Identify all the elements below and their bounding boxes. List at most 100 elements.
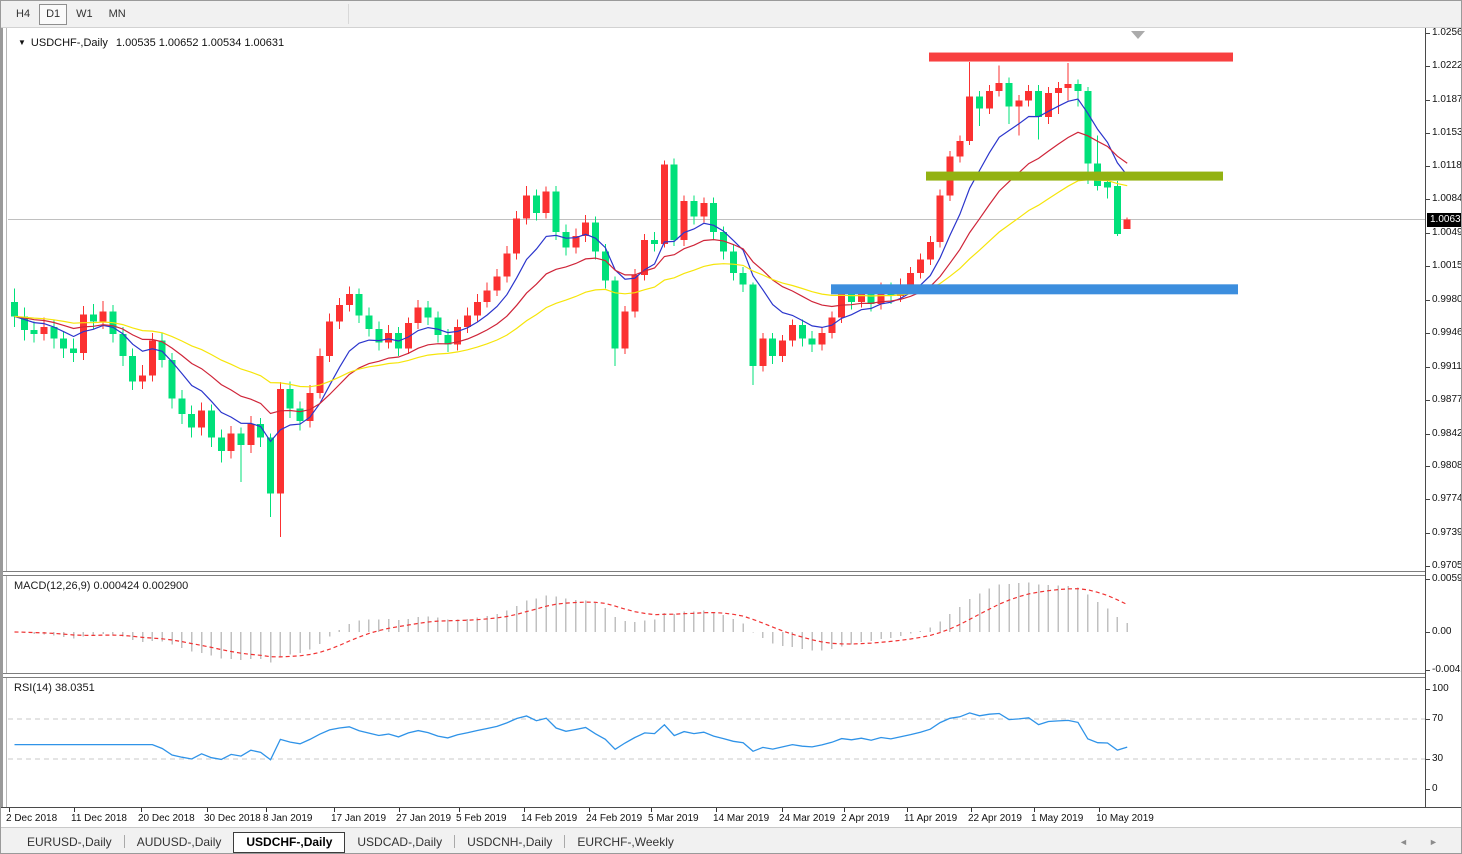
date-axis-tick — [9, 808, 10, 812]
candlestick-chart-canvas[interactable] — [8, 28, 1425, 571]
timeframe-button-d1[interactable]: D1 — [39, 4, 68, 25]
candle-body — [207, 410, 215, 438]
chart-shift-marker-icon[interactable] — [1131, 31, 1145, 39]
candle-body — [414, 307, 422, 324]
price-axis-tick — [1426, 66, 1430, 67]
candle-body — [1025, 90, 1033, 101]
mt4-chart-window: H4 D1 W1 MN ▼ USDCHF-,Daily 1.00535 1.00652 1… — [0, 0, 1462, 854]
date-axis-label: 2 Dec 2018 — [6, 813, 58, 824]
price-axis-tick-label: 0.97390 — [1432, 527, 1461, 538]
candle-body — [286, 389, 294, 409]
chart-dropdown-icon[interactable]: ▼ — [18, 38, 26, 47]
date-axis-label: 20 Dec 2018 — [138, 813, 195, 824]
rsi-indicator-pane[interactable]: RSI(14) 38.0351 — [8, 678, 1425, 807]
price-axis-tick — [1426, 33, 1430, 34]
main-chart-pane[interactable]: ▼ USDCHF-,Daily 1.00535 1.00652 1.00534 1.… — [8, 28, 1425, 571]
candle-body — [700, 203, 708, 217]
tab-scroll-left-icon[interactable]: ◄ — [1399, 837, 1408, 847]
broken-support-line[interactable] — [926, 171, 1223, 181]
tab-audusd-daily[interactable]: AUDUSD-,Daily — [125, 833, 234, 852]
date-axis-tick — [524, 808, 525, 812]
price-axis-tick — [1426, 789, 1430, 790]
candle-body — [759, 338, 767, 366]
date-axis-tick — [399, 808, 400, 812]
price-axis-tick — [1426, 670, 1430, 671]
date-axis-tick — [716, 808, 717, 812]
date-axis-label: 2 Apr 2019 — [841, 813, 890, 824]
date-axis-label: 10 May 2019 — [1096, 813, 1154, 824]
candle-body — [296, 408, 304, 421]
date-axis-tick — [74, 808, 75, 812]
candle-body — [936, 195, 944, 242]
candle-body — [227, 433, 235, 451]
tab-usdchf-daily[interactable]: USDCHF-,Daily — [233, 832, 346, 853]
candle-body — [276, 389, 284, 494]
candle-body — [463, 315, 471, 328]
date-axis-label: 27 Jan 2019 — [396, 813, 452, 824]
price-axis-tick-label: 0.97740 — [1432, 493, 1461, 504]
candle-body — [434, 317, 442, 335]
candle-body — [1015, 100, 1023, 107]
macd-indicator-pane[interactable]: MACD(12,26,9) 0.000424 0.002900 — [8, 576, 1425, 673]
candle-body — [335, 304, 343, 322]
candle-body — [473, 301, 481, 316]
price-axis-tick — [1426, 632, 1430, 633]
candle-body — [670, 164, 678, 240]
candle-body — [139, 375, 147, 382]
candle-body — [690, 201, 698, 217]
price-axis-tick-label: 0.97050 — [1432, 560, 1461, 571]
candle-body — [552, 191, 560, 233]
price-axis-tick — [1426, 434, 1430, 435]
candle-body — [424, 307, 432, 318]
rsi-chart-canvas[interactable] — [8, 678, 1425, 807]
date-axis-tick — [459, 808, 460, 812]
support-line[interactable] — [831, 284, 1238, 295]
price-axis-tick — [1426, 533, 1430, 534]
price-axis[interactable]: 1.00631 1.02560 1.02220 1.01870 1.01530 1.01… — [1425, 27, 1462, 807]
candle-body — [532, 195, 540, 213]
price-axis-tick — [1426, 199, 1430, 200]
timeframe-button-h4[interactable]: H4 — [9, 4, 37, 25]
price-axis-tick-label: 0.98420 — [1432, 428, 1461, 439]
date-axis-tick — [1034, 808, 1035, 812]
candle-body — [483, 290, 491, 302]
date-axis-tick — [907, 808, 908, 812]
chart-left-border — [1, 28, 7, 828]
tab-usdcnh-daily[interactable]: USDCNH-,Daily — [455, 833, 564, 852]
tab-scroll-right-icon[interactable]: ► — [1429, 837, 1438, 847]
candle-body — [660, 164, 668, 244]
tab-usdcad-daily[interactable]: USDCAD-,Daily — [345, 833, 454, 852]
candle-body — [60, 338, 68, 349]
price-axis-tick — [1426, 400, 1430, 401]
toolbar-separator — [348, 4, 349, 24]
candle-body — [1104, 181, 1112, 188]
price-axis-tick-label: 1.01870 — [1432, 94, 1461, 105]
date-axis-tick — [141, 808, 142, 812]
price-axis-tick-label: 1.02560 — [1432, 27, 1461, 38]
candle-body — [1113, 185, 1121, 235]
price-axis-tick — [1426, 466, 1430, 467]
resistance-line[interactable] — [929, 52, 1233, 62]
candle-body — [739, 272, 747, 285]
candle-body — [749, 284, 757, 366]
candle-body — [729, 251, 737, 273]
candle-body — [798, 325, 806, 339]
tab-eurchf-weekly[interactable]: EURCHF-,Weekly — [565, 833, 685, 852]
candle-body — [926, 241, 934, 260]
date-axis[interactable]: 2 Dec 2018 11 Dec 2018 20 Dec 2018 30 Dec 2… — [1, 807, 1461, 828]
price-axis-tick — [1426, 300, 1430, 301]
candle-body — [710, 203, 718, 233]
macd-chart-canvas[interactable] — [8, 576, 1425, 673]
date-axis-label: 14 Feb 2019 — [521, 813, 578, 824]
candle-body — [129, 356, 137, 382]
price-axis-tick-label: 0.99110 — [1432, 361, 1462, 372]
candle-body — [1044, 92, 1052, 118]
candle-body — [1064, 84, 1072, 89]
timeframe-button-w1[interactable]: W1 — [69, 4, 100, 25]
candle-body — [385, 332, 393, 343]
candle-body — [1084, 90, 1092, 164]
timeframe-button-mn[interactable]: MN — [102, 4, 133, 25]
candle-body — [611, 280, 619, 349]
candle-body — [651, 239, 659, 244]
tab-eurusd-daily[interactable]: EURUSD-,Daily — [15, 833, 124, 852]
